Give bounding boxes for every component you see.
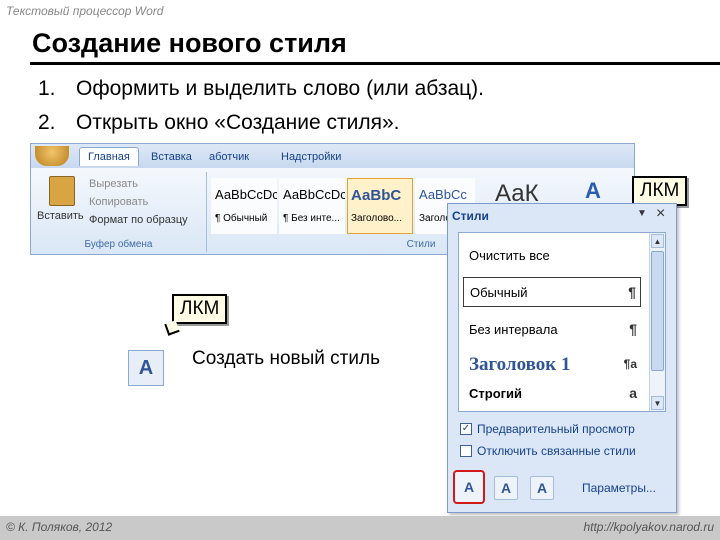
style-inspector-button[interactable]: A: [494, 476, 518, 500]
cut-button[interactable]: Вырезать: [89, 178, 138, 190]
option-label: Предварительный просмотр: [477, 422, 635, 436]
tab-addins[interactable]: Надстройки: [281, 151, 341, 163]
scroll-thumb[interactable]: [651, 251, 664, 371]
style-name: Заголовок 1: [469, 354, 571, 375]
copy-button[interactable]: Копировать: [89, 196, 148, 208]
new-style-icon-large: A: [128, 350, 164, 386]
preview-checkbox[interactable]: ✓: [460, 423, 472, 435]
step-item: 1. Оформить и выделить слово (или абзац)…: [38, 72, 484, 106]
gallery-sample: АаBbCcDc: [215, 187, 277, 202]
style-item-strong[interactable]: Строгий a: [463, 379, 641, 409]
style-name: Очистить все: [469, 248, 550, 263]
new-style-icon: A: [463, 479, 475, 495]
style-list-scrollbar[interactable]: ▲ ▼: [649, 233, 665, 411]
gallery-sample: АаBbCcDc: [283, 187, 345, 202]
gallery-name: ¶ Обычный: [215, 213, 268, 224]
tab-home[interactable]: Главная: [79, 147, 139, 166]
format-painter-button[interactable]: Формат по образцу: [89, 214, 188, 226]
manage-styles-icon: A: [536, 480, 548, 496]
scroll-up-icon[interactable]: ▲: [651, 234, 664, 248]
title-rule: [30, 62, 720, 65]
style-list: Очистить все Обычный ¶ Без интервала ¶ З…: [458, 232, 666, 412]
character-style-icon: a: [629, 385, 637, 401]
clipboard-group-label: Буфер обмена: [84, 239, 153, 250]
ribbon-tabs: Главная Вставка аботчик Надстройки: [31, 144, 634, 168]
gallery-name: ¶ Без инте...: [283, 213, 340, 224]
paragraph-mark-icon: ¶: [629, 321, 637, 337]
disable-linked-option[interactable]: Отключить связанные стили: [460, 444, 636, 458]
style-name: Строгий: [469, 386, 523, 401]
step-number: 2.: [38, 111, 56, 134]
office-button-icon[interactable]: [35, 146, 69, 166]
paste-button-label[interactable]: Вставить: [37, 210, 84, 222]
style-name: Без интервала: [469, 322, 558, 337]
style-item-clear[interactable]: Очистить все: [463, 241, 641, 271]
footer-url: http://kpolyakov.narod.ru: [583, 520, 714, 534]
paragraph-mark-icon: ¶: [628, 284, 636, 300]
gallery-style-no-spacing[interactable]: АаBbCcDc ¶ Без инте...: [279, 178, 345, 234]
close-icon[interactable]: ×: [656, 205, 665, 223]
tab-insert[interactable]: Вставка: [151, 151, 192, 163]
step-item: 2. Открыть окно «Создание стиля».: [38, 106, 484, 140]
footer-copyright: © К. Поляков, 2012: [6, 520, 113, 534]
style-name: Обычный: [470, 285, 528, 300]
footer: © К. Поляков, 2012 http://kpolyakov.naro…: [0, 516, 720, 540]
scroll-down-icon[interactable]: ▼: [651, 396, 664, 410]
gallery-sample: АаBbCc: [419, 187, 467, 202]
manage-styles-button[interactable]: A: [530, 476, 554, 500]
lmb-callout-left: ЛКМ: [172, 294, 228, 324]
new-style-button[interactable]: A: [453, 470, 485, 504]
style-item-heading1[interactable]: Заголовок 1 ¶a: [463, 351, 641, 381]
step-number: 1.: [38, 77, 56, 100]
linked-style-icon: ¶a: [623, 357, 637, 371]
pane-title: Стили: [452, 209, 489, 223]
gallery-style-heading1[interactable]: АаBbC Заголово...: [347, 178, 413, 234]
step-text: Оформить и выделить слово (или абзац).: [76, 77, 485, 100]
lmb-callout-top: ЛКМ: [632, 176, 688, 206]
style-inspector-icon: A: [500, 480, 512, 496]
styles-pane: Стили ▼ × Очистить все Обычный ¶ Без инт…: [447, 203, 677, 513]
show-preview-option[interactable]: ✓ Предварительный просмотр: [460, 422, 635, 436]
clipboard-group: Вставить Вырезать Копировать Формат по о…: [31, 172, 207, 252]
top-caption: Текстовый процессор Word: [6, 4, 164, 18]
tab-developer[interactable]: аботчик: [209, 151, 249, 163]
paste-icon[interactable]: [49, 176, 75, 206]
style-item-normal[interactable]: Обычный ¶: [463, 277, 641, 307]
options-link[interactable]: Параметры...: [582, 481, 656, 495]
pane-dropdown-icon[interactable]: ▼: [637, 208, 647, 219]
gallery-sample: АаBbC: [351, 187, 402, 204]
slide-title: Создание нового стиля: [32, 28, 347, 58]
steps-list: 1. Оформить и выделить слово (или абзац)…: [38, 72, 484, 140]
pane-header: Стили ▼ ×: [448, 204, 676, 228]
linked-checkbox[interactable]: [460, 445, 472, 457]
create-style-label: Создать новый стиль: [192, 348, 380, 369]
gallery-style-normal[interactable]: АаBbCcDc ¶ Обычный: [211, 178, 277, 234]
step-text: Открыть окно «Создание стиля».: [76, 111, 400, 134]
change-styles-icon[interactable]: A: [585, 178, 601, 204]
option-label: Отключить связанные стили: [477, 444, 636, 458]
gallery-name: Заголово...: [351, 213, 402, 224]
style-item-no-spacing[interactable]: Без интервала ¶: [463, 315, 641, 345]
callout-text: ЛКМ: [640, 180, 680, 201]
callout-text: ЛКМ: [180, 298, 220, 319]
